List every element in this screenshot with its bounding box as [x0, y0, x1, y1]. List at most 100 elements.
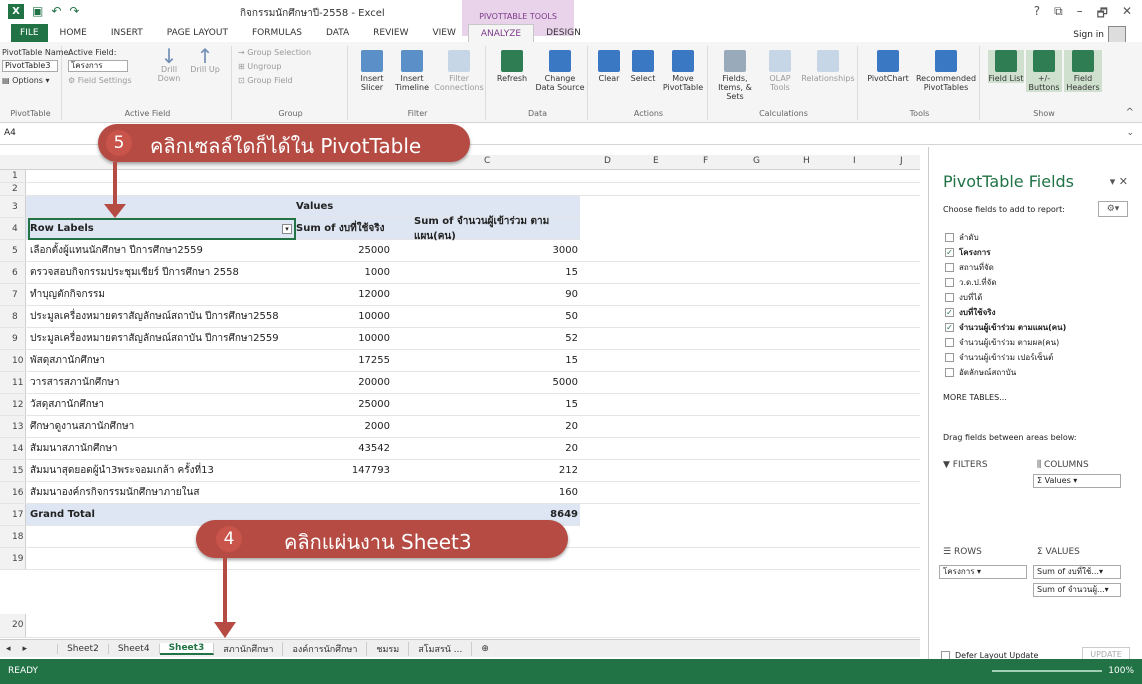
- grand-total-value[interactable]: 8649: [390, 509, 578, 520]
- field-checkbox[interactable]: [945, 278, 954, 287]
- budget-cell[interactable]: 25000: [290, 399, 390, 410]
- move-pivottable-button[interactable]: Move PivotTable: [660, 50, 706, 92]
- field-item[interactable]: ✓ โครงการ: [945, 246, 990, 259]
- recommended-pivottables-button[interactable]: Recommended PivotTables: [914, 50, 978, 92]
- fields-items-sets-button[interactable]: Fields, Items, & Sets: [712, 50, 758, 101]
- pivotchart-button[interactable]: PivotChart: [864, 50, 912, 83]
- row-label-cell[interactable]: วารสารสภานักศึกษา: [30, 375, 120, 390]
- field-item[interactable]: ลำดับ: [945, 231, 979, 244]
- add-sheet-icon[interactable]: ⊕: [472, 644, 498, 654]
- budget-cell[interactable]: 10000: [290, 311, 390, 322]
- sheet-tab-active[interactable]: Sheet3: [159, 642, 215, 655]
- field-checkbox[interactable]: ✓: [945, 308, 954, 317]
- table-row[interactable]: 10 พัสดุสภานักศึกษา 17255 15: [0, 350, 920, 372]
- table-row[interactable]: 13 ศึกษาดูงานสภานักศึกษา 2000 20: [0, 416, 920, 438]
- sheet-tab[interactable]: สภานักศึกษา: [214, 641, 284, 656]
- table-row[interactable]: 8 ประมูลเครื่องหมายตราสัญลักษณ์สถาบัน ปีก…: [0, 306, 920, 328]
- group-field-button[interactable]: ⊡ Group Field: [238, 76, 293, 85]
- sheet-tab[interactable]: ชมรม: [367, 641, 410, 656]
- field-checkbox[interactable]: [945, 338, 954, 347]
- field-checkbox[interactable]: [945, 368, 954, 377]
- tab-view[interactable]: VIEW: [420, 24, 467, 42]
- relationships-button[interactable]: Relationships: [800, 50, 856, 83]
- row-label-cell[interactable]: สัมมนาสุดยอดผู้นำ3พระจอมเกล้า ครั้งที่13: [30, 463, 214, 478]
- scroll-left-icon[interactable]: ◂: [0, 644, 17, 654]
- field-checkbox[interactable]: ✓: [945, 248, 954, 257]
- scroll-right-icon[interactable]: ▸: [17, 643, 59, 654]
- gear-icon[interactable]: ⚙▾: [1098, 201, 1128, 217]
- table-row[interactable]: 12 วัสดุสภานักศึกษา 25000 15: [0, 394, 920, 416]
- values-item[interactable]: Sum of จำนวนผู้...▾: [1033, 583, 1121, 597]
- options-button[interactable]: ▤ Options ▾: [2, 76, 50, 85]
- budget-cell[interactable]: 17255: [290, 355, 390, 366]
- participants-cell[interactable]: 50: [390, 311, 578, 322]
- table-row[interactable]: 16 สัมมนาองค์กรกิจกรรมนักศึกษาภายในส 160: [0, 482, 920, 504]
- tab-design[interactable]: DESIGN: [534, 24, 593, 42]
- field-checkbox[interactable]: [945, 293, 954, 302]
- close-icon[interactable]: ▾ ✕: [1110, 175, 1128, 188]
- participants-cell[interactable]: 160: [390, 487, 578, 498]
- field-item[interactable]: ว.ด.ป.ที่จัด: [945, 276, 997, 289]
- filter-connections-button[interactable]: Filter Connections: [434, 50, 484, 92]
- grid-row-headers[interactable]: 4 Row Labels ▾ Sum of งบที่ใช้จริง Sum of จำ…: [0, 216, 580, 242]
- row-label-cell[interactable]: ทำบุญตักกิจกรรม: [30, 287, 105, 302]
- field-item[interactable]: จำนวนผู้เข้าร่วม เปอร์เซ็นต์: [945, 351, 1053, 364]
- row-labels-header[interactable]: Row Labels: [30, 223, 94, 234]
- drill-down-button[interactable]: ↓ Drill Down: [152, 46, 186, 83]
- participants-cell[interactable]: 90: [390, 289, 578, 300]
- sheet-tab[interactable]: Sheet4: [109, 643, 160, 654]
- olap-tools-button[interactable]: OLAP Tools: [760, 50, 800, 92]
- row-label-cell[interactable]: สัมมนาสภานักศึกษา: [30, 441, 118, 456]
- participants-cell[interactable]: 15: [390, 267, 578, 278]
- redo-icon[interactable]: ↷: [69, 4, 79, 19]
- participants-cell[interactable]: 52: [390, 333, 578, 344]
- row-label-cell[interactable]: ตรวจสอบกิจกรรมประชุมเชียร์ ปีการศึกษา 25…: [30, 265, 239, 280]
- drill-up-button[interactable]: ↑ Drill Up: [188, 46, 222, 74]
- field-checkbox[interactable]: [945, 233, 954, 242]
- field-checkbox[interactable]: [945, 263, 954, 272]
- row-label-cell[interactable]: ประมูลเครื่องหมายตราสัญลักษณ์สถาบัน ปีกา…: [30, 331, 279, 346]
- field-item[interactable]: จำนวนผู้เข้าร่วม ตามผล(คน): [945, 336, 1059, 349]
- budget-cell[interactable]: 12000: [290, 289, 390, 300]
- tab-formulas[interactable]: FORMULAS: [240, 24, 314, 42]
- grid-row[interactable]: 20: [0, 614, 920, 638]
- field-list-button[interactable]: Field List: [988, 50, 1024, 83]
- insert-slicer-button[interactable]: Insert Slicer: [352, 50, 392, 92]
- row-label-cell[interactable]: ประมูลเครื่องหมายตราสัญลักษณ์สถาบัน ปีกา…: [30, 309, 279, 324]
- grid-row[interactable]: 2: [0, 183, 920, 196]
- field-item[interactable]: ✓ งบที่ใช้จริง: [945, 306, 995, 319]
- clear-button[interactable]: Clear: [592, 50, 626, 83]
- table-row[interactable]: 14 สัมมนาสภานักศึกษา 43542 20: [0, 438, 920, 460]
- zoom-slider[interactable]: [992, 670, 1102, 672]
- tab-analyze[interactable]: ANALYZE: [467, 24, 535, 42]
- sheet-tab[interactable]: สโมสรนั ...: [409, 641, 473, 656]
- columns-values-item[interactable]: Σ Values ▾: [1033, 474, 1121, 488]
- undo-icon[interactable]: ↶: [51, 4, 61, 19]
- rows-item[interactable]: โครงการ ▾: [939, 565, 1027, 579]
- field-headers-button[interactable]: Field Headers: [1064, 50, 1102, 92]
- budget-cell[interactable]: 1000: [290, 267, 390, 278]
- table-row[interactable]: 11 วารสารสภานักศึกษา 20000 5000: [0, 372, 920, 394]
- field-item[interactable]: ✓ จำนวนผู้เข้าร่วม ตามแผน(คน): [945, 321, 1066, 334]
- budget-cell[interactable]: 43542: [290, 443, 390, 454]
- grid-row[interactable]: 1: [0, 170, 920, 183]
- filter-dropdown-icon[interactable]: ▾: [282, 224, 292, 234]
- expand-formula-icon[interactable]: ⌄: [1126, 128, 1134, 138]
- participants-cell[interactable]: 3000: [390, 245, 578, 256]
- insert-timeline-button[interactable]: Insert Timeline: [392, 50, 432, 92]
- sheet-tab[interactable]: องค์การนักศึกษา: [283, 641, 368, 656]
- participants-cell[interactable]: 15: [390, 355, 578, 366]
- tab-file[interactable]: FILE: [11, 24, 48, 42]
- row-label-cell[interactable]: เลือกตั้งผู้แทนนักศึกษา ปีการศึกษา2559: [30, 243, 203, 258]
- tab-page-layout[interactable]: PAGE LAYOUT: [155, 24, 240, 42]
- budget-cell[interactable]: 25000: [290, 245, 390, 256]
- participants-cell[interactable]: 5000: [390, 377, 578, 388]
- participants-cell[interactable]: 20: [390, 421, 578, 432]
- field-item[interactable]: อัตลักษณ์สถาบัน: [945, 366, 1016, 379]
- table-row[interactable]: 6 ตรวจสอบกิจกรรมประชุมเชียร์ ปีการศึกษา 2…: [0, 262, 920, 284]
- row-label-cell[interactable]: พัสดุสภานักศึกษา: [30, 353, 105, 368]
- field-checkbox[interactable]: [945, 353, 954, 362]
- field-item[interactable]: งบที่ได้: [945, 291, 982, 304]
- table-row[interactable]: 15 สัมมนาสุดยอดผู้นำ3พระจอมเกล้า ครั้งที่…: [0, 460, 920, 482]
- group-selection-button[interactable]: → Group Selection: [238, 48, 311, 57]
